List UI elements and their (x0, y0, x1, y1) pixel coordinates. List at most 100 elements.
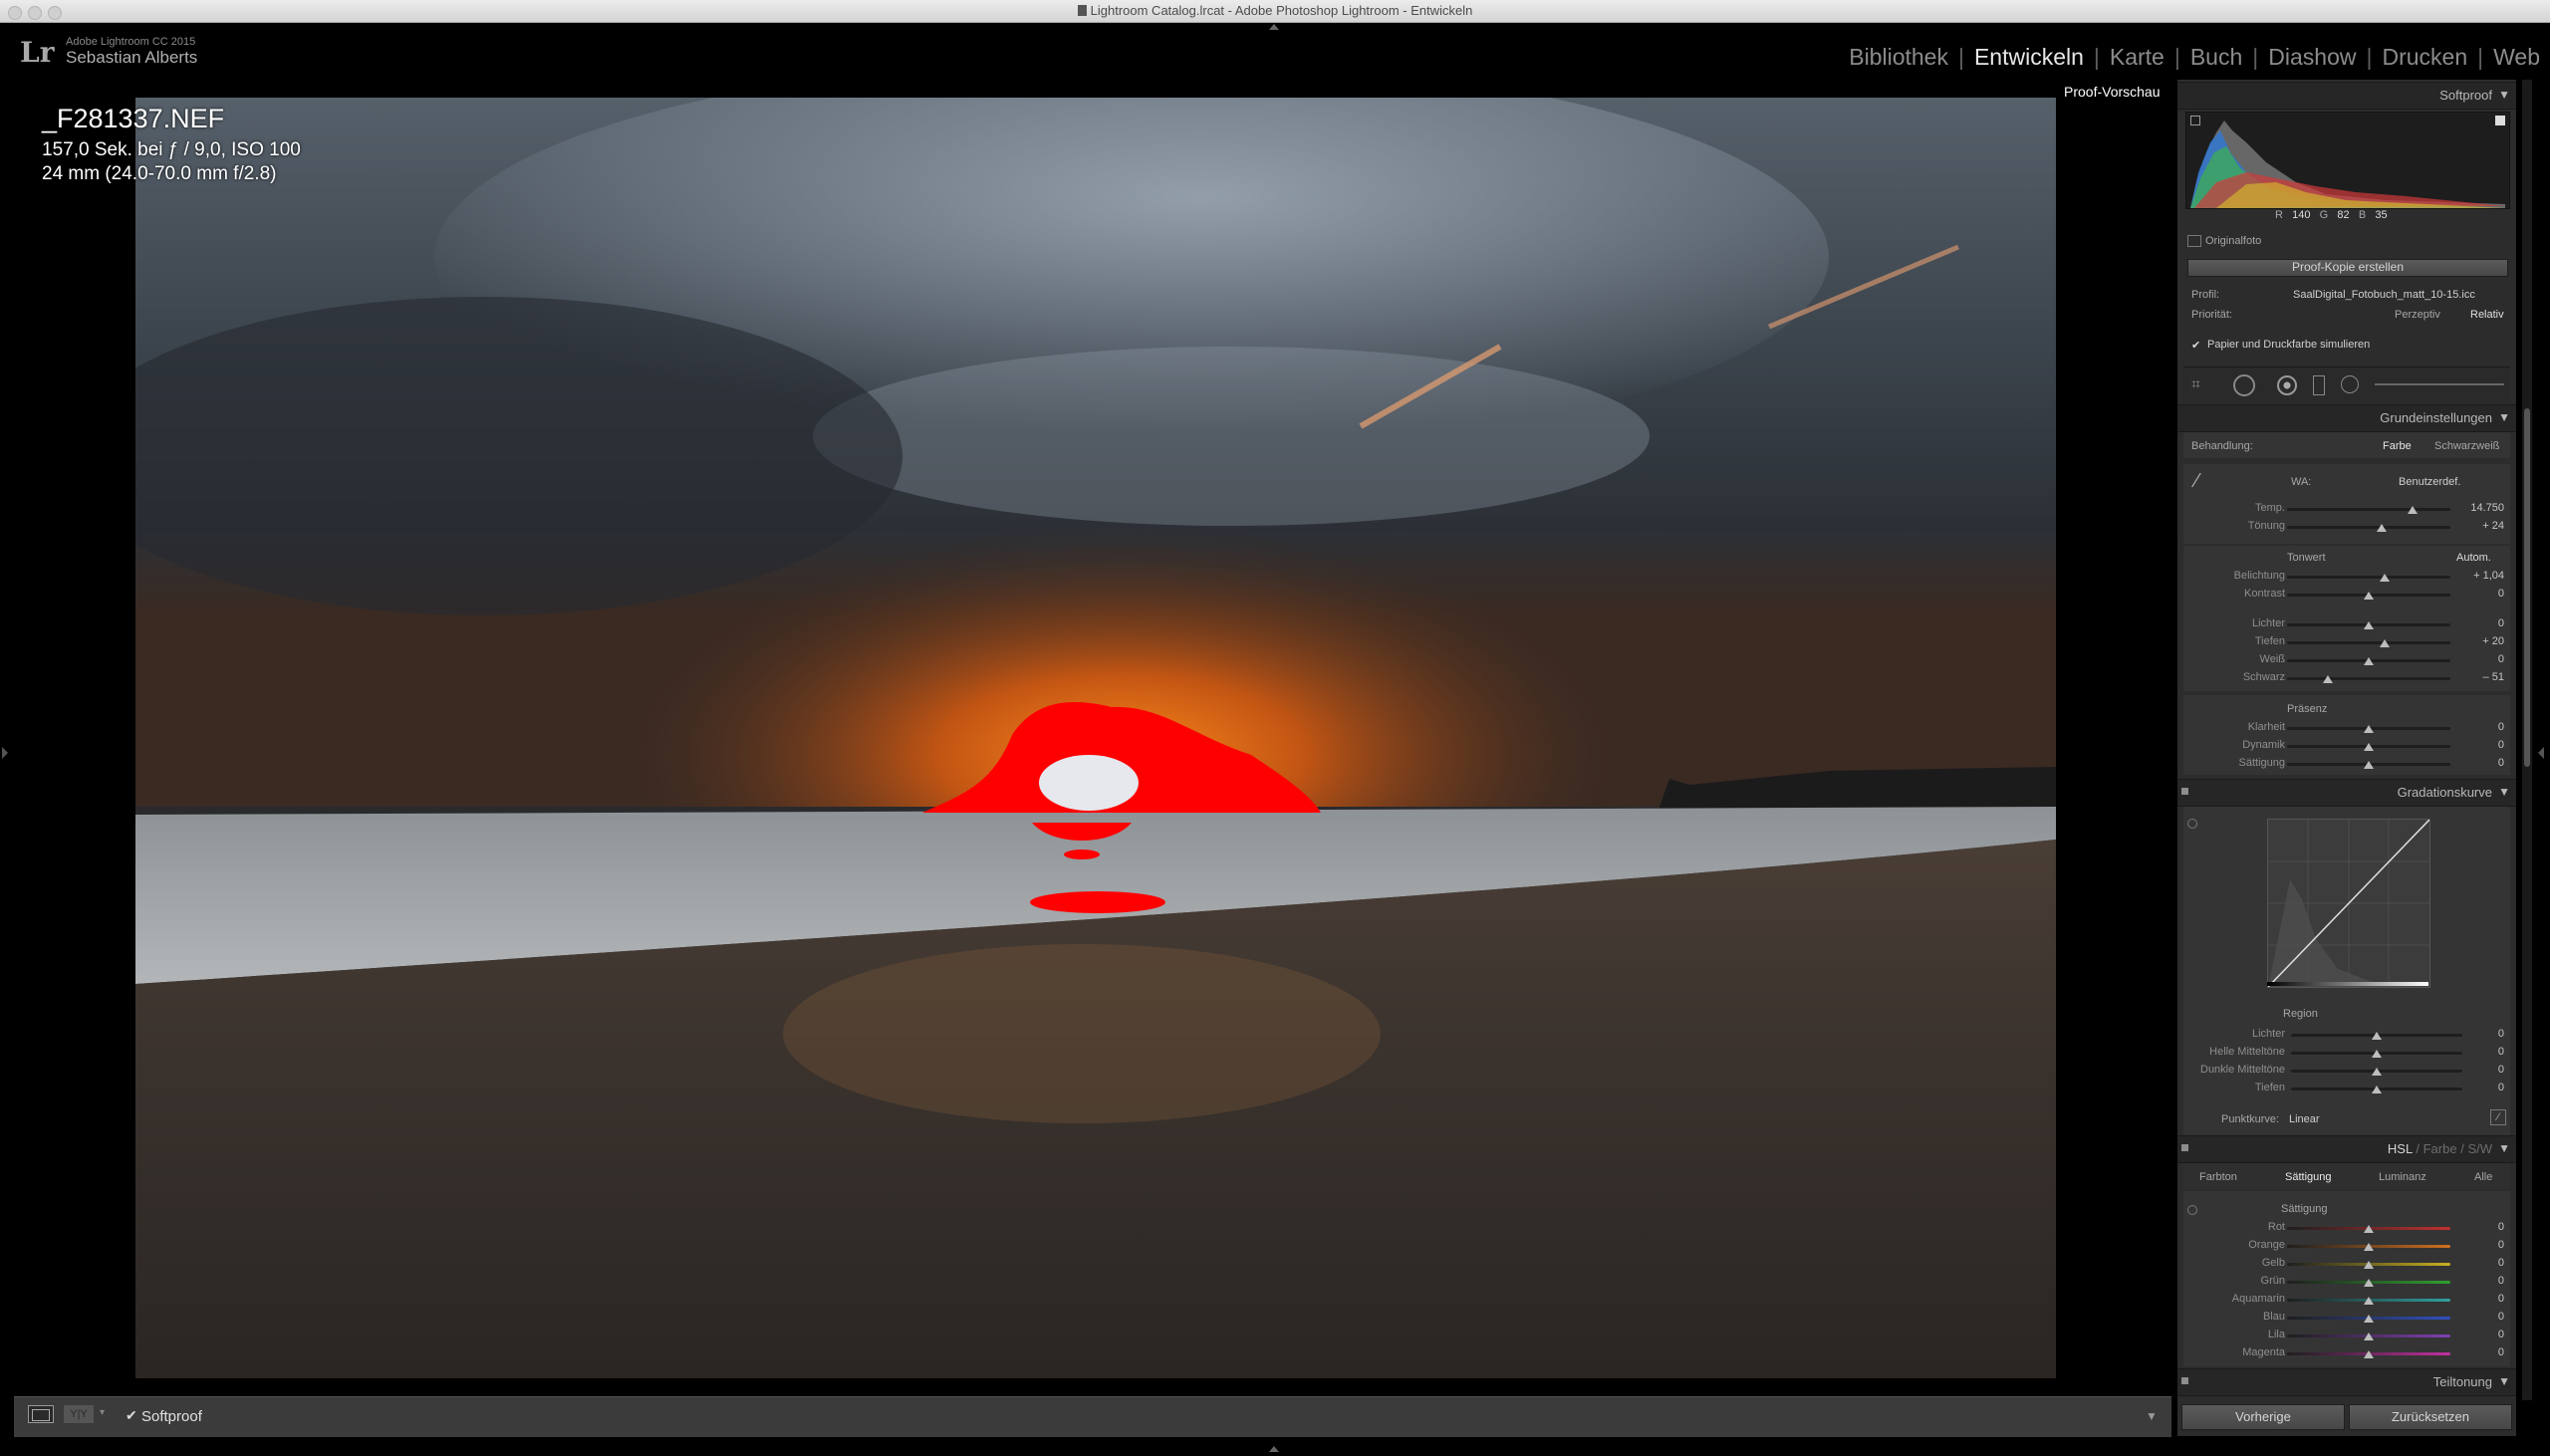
slider-knob[interactable] (2380, 574, 2391, 582)
slider-knob[interactable] (2372, 1050, 2382, 1058)
auto-tone-button[interactable]: Autom. (2456, 552, 2491, 564)
crop-tool-icon[interactable]: ⌗ (2191, 376, 2200, 394)
tone-curve-panel-header[interactable]: Gradationskurve ▼ (2177, 779, 2516, 807)
treatment-bw-option[interactable]: Schwarzweiß (2434, 440, 2499, 452)
intent-relative[interactable]: Relativ (2470, 309, 2504, 321)
slider-value[interactable]: 0 (2444, 757, 2504, 769)
slider-value[interactable]: – 51 (2444, 671, 2504, 683)
right-panel-toggle-icon[interactable] (2538, 747, 2544, 759)
slider-value[interactable]: 0 (2444, 1028, 2504, 1040)
panel-toggle-icon[interactable] (2181, 788, 2188, 795)
hsl-panel-header[interactable]: HSL / Farbe / S/W ▼ (2177, 1135, 2516, 1163)
slider-value[interactable]: + 1,04 (2444, 570, 2504, 582)
point-curve-edit-icon[interactable]: ⁄ (2490, 1109, 2506, 1125)
slider-track[interactable] (2287, 677, 2450, 680)
treatment-color-option[interactable]: Farbe (2383, 440, 2412, 452)
previous-settings-button[interactable]: Vorherige (2181, 1404, 2345, 1430)
before-after-dropdown-icon[interactable]: ▾ (100, 1407, 105, 1418)
slider-knob[interactable] (2364, 1261, 2374, 1269)
slider-knob[interactable] (2372, 1086, 2382, 1093)
slider-value[interactable]: 0 (2444, 588, 2504, 600)
slider-knob[interactable] (2323, 675, 2333, 683)
slider-knob[interactable] (2408, 506, 2419, 514)
loupe-view-icon[interactable] (28, 1405, 54, 1423)
module-karte[interactable]: Karte (2110, 44, 2165, 71)
basic-panel-header[interactable]: Grundeinstellungen ▼ (2177, 404, 2516, 432)
point-curve-select[interactable]: Linear (2289, 1113, 2320, 1125)
intent-perceptual[interactable]: Perzeptiv (2395, 309, 2440, 321)
spot-removal-tool-icon[interactable] (2233, 374, 2255, 396)
slider-knob[interactable] (2364, 725, 2374, 733)
module-buch[interactable]: Buch (2190, 44, 2242, 71)
tab-all[interactable]: Alle (2474, 1171, 2492, 1183)
slider-value[interactable]: 0 (2444, 1239, 2504, 1251)
toolbar-options-icon[interactable]: ▼ (2146, 1409, 2158, 1423)
slider-knob[interactable] (2364, 657, 2374, 665)
photo-preview[interactable] (135, 98, 2056, 1378)
slider-knob[interactable] (2372, 1032, 2382, 1040)
slider-track[interactable] (2287, 508, 2450, 511)
softproof-panel-header[interactable]: Softproof ▼ (2177, 82, 2516, 110)
slider-value[interactable]: 0 (2444, 1082, 2504, 1093)
slider-knob[interactable] (2364, 621, 2374, 629)
tab-hue[interactable]: Farbton (2199, 1171, 2237, 1183)
slider-track[interactable] (2287, 576, 2450, 579)
highlight-clipping-indicator-icon[interactable] (2495, 116, 2505, 125)
slider-knob[interactable] (2380, 639, 2391, 647)
slider-knob[interactable] (2364, 1350, 2374, 1358)
tab-luminance[interactable]: Luminanz (2379, 1171, 2426, 1183)
white-balance-picker-icon[interactable]: ⁄ (2195, 470, 2198, 493)
reset-button[interactable]: Zurücksetzen (2349, 1404, 2512, 1430)
slider-value[interactable]: 0 (2444, 1257, 2504, 1269)
histogram[interactable] (2185, 112, 2510, 209)
slider-value[interactable]: 0 (2444, 617, 2504, 629)
graduated-filter-icon[interactable] (2313, 375, 2325, 395)
slider-value[interactable]: 0 (2444, 653, 2504, 665)
module-drucken[interactable]: Drucken (2382, 44, 2467, 71)
slider-value[interactable]: 0 (2444, 1046, 2504, 1058)
slider-track[interactable] (2287, 526, 2450, 529)
slider-knob[interactable] (2364, 1243, 2374, 1251)
radial-filter-icon[interactable] (2341, 375, 2359, 393)
slider-value[interactable]: 0 (2444, 1275, 2504, 1287)
color-header-tab[interactable]: Farbe (2423, 1141, 2457, 1156)
adjustment-brush-slider[interactable] (2375, 383, 2504, 385)
slider-knob[interactable] (2377, 524, 2388, 532)
module-bibliothek[interactable]: Bibliothek (1849, 44, 1948, 71)
panel-toggle-icon[interactable] (2181, 1377, 2188, 1384)
slider-value[interactable]: 14.750 (2444, 502, 2504, 514)
slider-value[interactable]: 0 (2444, 721, 2504, 733)
slider-track[interactable] (2287, 641, 2450, 644)
slider-knob[interactable] (2372, 1068, 2382, 1076)
red-eye-tool-icon[interactable] (2277, 375, 2297, 395)
profile-select[interactable]: SaalDigital_Fotobuch_matt_10-15.icc (2293, 289, 2475, 301)
filmstrip-toggle-icon[interactable] (1269, 1446, 1279, 1452)
tone-curve-graph[interactable] (2267, 819, 2430, 988)
slider-value[interactable]: 0 (2444, 1221, 2504, 1233)
slider-knob[interactable] (2364, 1297, 2374, 1305)
slider-knob[interactable] (2364, 761, 2374, 769)
slider-knob[interactable] (2364, 1315, 2374, 1323)
slider-value[interactable]: 0 (2444, 1329, 2504, 1340)
original-photo-checkbox[interactable] (2187, 235, 2201, 247)
slider-knob[interactable] (2364, 1333, 2374, 1340)
slider-knob[interactable] (2364, 1225, 2374, 1233)
slider-value[interactable]: + 20 (2444, 635, 2504, 647)
panel-scrollbar-thumb[interactable] (2524, 408, 2530, 767)
targeted-adjustment-icon[interactable] (2187, 819, 2197, 829)
targeted-adjustment-icon[interactable] (2187, 1205, 2197, 1215)
module-diashow[interactable]: Diashow (2268, 44, 2356, 71)
module-web[interactable]: Web (2493, 44, 2540, 71)
slider-value[interactable]: 0 (2444, 1064, 2504, 1076)
slider-value[interactable]: 0 (2444, 739, 2504, 751)
top-panel-toggle-icon[interactable] (1269, 24, 1279, 30)
create-proof-copy-button[interactable]: Proof-Kopie erstellen (2187, 259, 2508, 277)
hsl-header-tab[interactable]: HSL (2388, 1141, 2413, 1156)
softproof-checkbox[interactable]: ✔ (126, 1407, 137, 1424)
slider-value[interactable]: + 24 (2444, 520, 2504, 532)
before-after-icon[interactable]: Y|Y (64, 1405, 94, 1423)
split-toning-panel-header[interactable]: Teiltonung ▼ (2177, 1368, 2516, 1396)
left-panel-toggle-icon[interactable] (2, 747, 8, 759)
simulate-paper-checkbox[interactable]: ✔ (2191, 339, 2200, 352)
module-entwickeln[interactable]: Entwickeln (1974, 44, 2084, 71)
